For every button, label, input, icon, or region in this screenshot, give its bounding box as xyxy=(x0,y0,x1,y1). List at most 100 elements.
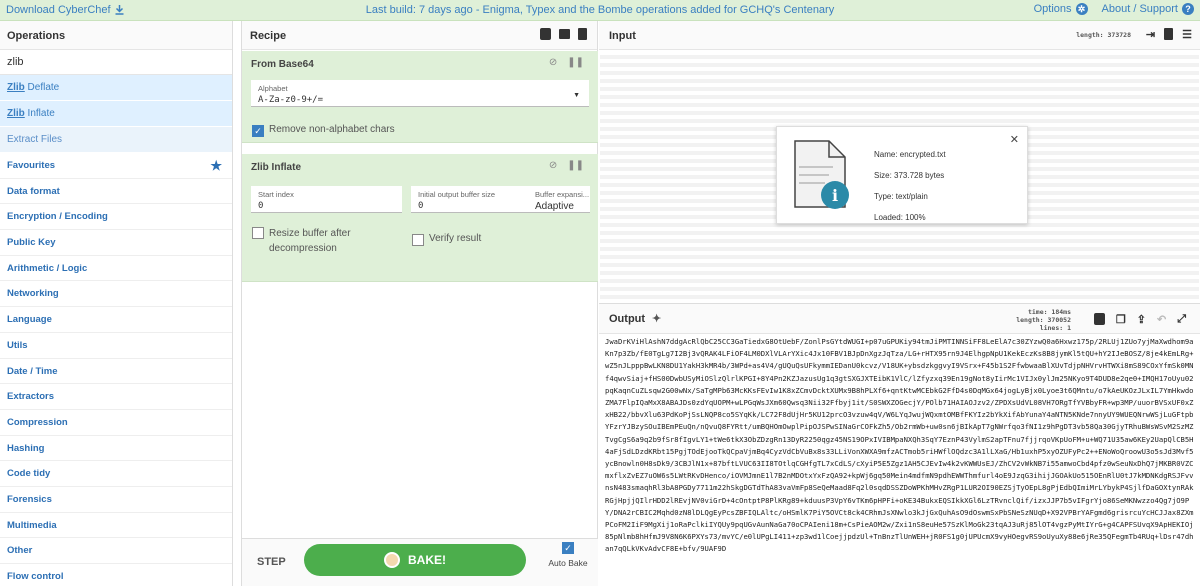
field-label: Start index xyxy=(258,190,294,199)
input-header: Input length: 373728 ⇥ ☰ xyxy=(599,21,1200,50)
output-length: length: 370052 xyxy=(1016,316,1071,324)
options-button[interactable]: Options ✲ xyxy=(1034,3,1088,15)
trash-icon[interactable] xyxy=(578,28,587,40)
chef-icon xyxy=(384,552,400,568)
category-flow-control[interactable]: Flow control xyxy=(0,564,232,586)
op-title: Zlib Inflate xyxy=(251,162,301,173)
op-title: From Base64 xyxy=(251,59,314,70)
operations-search-input[interactable]: zlib xyxy=(0,50,232,75)
file-size: Size: 373.728 bytes xyxy=(874,171,945,180)
field-label: Initial output buffer size xyxy=(418,190,495,199)
caret-down-icon: ▼ xyxy=(573,92,580,99)
category-public-key[interactable]: Public Key xyxy=(0,230,232,256)
checkbox-checked-icon[interactable]: ✓ xyxy=(252,125,264,137)
file-info-popup: ✕ i Name: encrypted.txt Size: 373.728 by… xyxy=(776,126,1028,224)
category-utils[interactable]: Utils xyxy=(0,333,232,359)
disable-icon[interactable]: ⊘ xyxy=(549,57,557,68)
category-encryption-encoding[interactable]: Encryption / Encoding xyxy=(0,204,232,231)
save-icon[interactable] xyxy=(540,28,551,40)
trash-icon[interactable] xyxy=(1164,28,1174,40)
category-hashing[interactable]: Hashing xyxy=(0,436,232,462)
category-data-format[interactable]: Data format xyxy=(0,179,232,205)
auto-bake-label: Auto Bake xyxy=(548,558,588,568)
recipe-op-zlib-inflate[interactable]: Zlib Inflate ⊘ ❚❚ Start index 0 Initial … xyxy=(242,154,598,282)
operations-title: Operations xyxy=(0,21,232,50)
result-rest: Inflate xyxy=(24,108,55,119)
bake-label: BAKE! xyxy=(408,553,446,567)
alphabet-select[interactable]: Alphabet A-Za-z0-9+/= ▼ xyxy=(251,80,589,107)
replace-input-icon[interactable]: ⇪ xyxy=(1137,313,1146,326)
pause-icon[interactable]: ❚❚ xyxy=(567,57,584,68)
magic-wand-icon[interactable]: ✦ xyxy=(652,312,661,325)
output-text[interactable]: JwaDrKViHlAshN7ddgAcRlQbC25CC3GaTiedxG8O… xyxy=(605,336,1195,584)
category-extractors[interactable]: Extractors xyxy=(0,384,232,410)
field-value: 0 xyxy=(418,201,424,211)
field-value: 0 xyxy=(258,201,264,211)
category-networking[interactable]: Networking xyxy=(0,281,232,308)
result-rest: Deflate xyxy=(24,82,60,93)
bake-bar: STEP BAKE! ✓ Auto Bake xyxy=(242,538,598,586)
save-icon[interactable] xyxy=(1093,313,1105,325)
category-compression[interactable]: Compression xyxy=(0,410,232,436)
category-multimedia[interactable]: Multimedia xyxy=(0,513,232,539)
category-arithmetic-logic[interactable]: Arithmetic / Logic xyxy=(0,256,232,282)
remove-nonalphabet-checkbox[interactable]: ✓ Remove non-alphabet chars xyxy=(252,124,395,137)
step-button[interactable]: STEP xyxy=(257,556,286,568)
file-name: Name: encrypted.txt xyxy=(874,150,946,159)
operations-panel: Operations zlib Zlib Deflate Zlib Inflat… xyxy=(0,21,233,586)
checkbox-unchecked-icon[interactable] xyxy=(252,227,264,239)
search-result-zlib-deflate[interactable]: Zlib Deflate xyxy=(0,75,232,101)
checkbox-unchecked-icon[interactable] xyxy=(412,234,424,246)
checkbox-checked-icon[interactable]: ✓ xyxy=(562,542,574,554)
recipe-title: Recipe xyxy=(250,30,287,42)
maximise-icon[interactable]: ⤢ xyxy=(1177,313,1186,326)
field-label: Buffer expansi... xyxy=(535,190,590,199)
recipe-op-from-base64[interactable]: From Base64 ⊘ ❚❚ Alphabet A-Za-z0-9+/= ▼… xyxy=(242,51,598,143)
add-tab-icon[interactable]: ⇥ xyxy=(1146,28,1155,41)
resize-buffer-checkbox[interactable]: Resize buffer after decompression xyxy=(252,226,392,256)
category-label: Favourites xyxy=(7,160,56,171)
category-language[interactable]: Language xyxy=(0,307,232,333)
options-label[interactable]: Options xyxy=(1034,3,1072,15)
recipe-panel: Recipe From Base64 ⊘ ❚❚ Alphabet A-Za-z0… xyxy=(241,21,598,586)
pause-icon[interactable]: ❚❚ xyxy=(567,160,584,171)
field-value: Adaptive xyxy=(535,201,574,212)
about-button[interactable]: About / Support ? xyxy=(1102,3,1194,15)
auto-bake-checkbox[interactable]: ✓ Auto Bake xyxy=(542,542,594,568)
start-index-input[interactable]: Start index 0 xyxy=(251,186,402,213)
buffer-expansion-select[interactable]: Buffer expansi... Adaptive xyxy=(528,186,590,213)
search-result-zlib-inflate[interactable]: Zlib Inflate xyxy=(0,101,232,127)
folder-icon[interactable] xyxy=(559,29,570,39)
category-other[interactable]: Other xyxy=(0,538,232,564)
gear-icon[interactable]: ✲ xyxy=(1075,3,1088,15)
close-icon[interactable]: ✕ xyxy=(1010,133,1019,146)
input-length: length: 373728 xyxy=(1076,31,1131,39)
bake-button[interactable]: BAKE! xyxy=(304,544,526,576)
checkbox-label: Resize buffer after decompression xyxy=(269,228,351,254)
field-label: Alphabet xyxy=(258,84,288,93)
result-match: Zlib xyxy=(7,108,25,119)
file-info-icon: i xyxy=(794,140,849,209)
category-forensics[interactable]: Forensics xyxy=(0,487,232,513)
result-match: Zlib xyxy=(7,82,25,93)
output-header: Output ✦ time: 184ms length: 370052 line… xyxy=(599,304,1200,334)
file-type: Type: text/plain xyxy=(874,192,928,201)
verify-result-checkbox[interactable]: Verify result xyxy=(412,233,481,246)
about-label[interactable]: About / Support xyxy=(1102,3,1178,15)
category-date-time[interactable]: Date / Time xyxy=(0,359,232,385)
undo-icon[interactable]: ↶ xyxy=(1157,313,1166,326)
copy-icon[interactable]: ❐ xyxy=(1116,313,1126,326)
output-title: Output xyxy=(609,313,646,325)
output-lines: lines: 1 xyxy=(1039,324,1071,332)
disable-icon[interactable]: ⊘ xyxy=(549,160,557,171)
category-code-tidy[interactable]: Code tidy xyxy=(0,461,232,487)
output-panel: Output ✦ time: 184ms length: 370052 line… xyxy=(599,304,1200,586)
category-favourites[interactable]: Favourites ★ xyxy=(0,153,232,179)
help-icon[interactable]: ? xyxy=(1182,3,1194,15)
file-loaded: Loaded: 100% xyxy=(874,213,926,222)
build-status: Last build: 7 days ago - Enigma, Typex a… xyxy=(365,4,835,16)
top-banner: Download CyberChef Last build: 7 days ag… xyxy=(0,0,1200,21)
menu-icon[interactable]: ☰ xyxy=(1182,28,1192,41)
search-result-extract-files[interactable]: Extract Files xyxy=(0,127,232,153)
svg-text:i: i xyxy=(832,186,838,205)
